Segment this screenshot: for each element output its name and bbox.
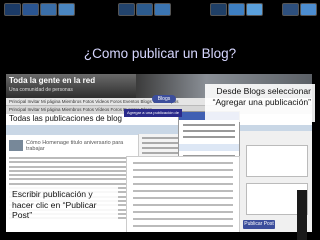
app-icon <box>246 3 263 16</box>
vertical-side-tab <box>297 190 307 240</box>
blogs-button[interactable]: Blogs <box>152 95 176 103</box>
app-icon <box>282 3 299 16</box>
sidebar-box <box>246 145 308 177</box>
post-thumbnail <box>9 140 23 151</box>
top-icon-strip <box>0 0 320 20</box>
callout-select-blogs: Desde Blogs seleccionar “Agregar una pub… <box>205 84 315 122</box>
callout-write-post: Escribir publicación y hacer clic en “Pu… <box>6 186 118 224</box>
app-icon <box>118 3 135 16</box>
page-header: Todas las publicaciones de blog <box>9 114 122 123</box>
post-title[interactable]: Cómo Homenage titulo aniversario para tr… <box>26 140 136 152</box>
app-icon <box>22 3 39 16</box>
app-icon <box>228 3 245 16</box>
slide-title: ¿Como publicar un Blog? <box>83 46 237 61</box>
callout-text: Escribir publicación y hacer clic en “Pu… <box>12 189 97 220</box>
app-icon <box>210 3 227 16</box>
presentation-slide: ¿Como publicar un Blog? Toda la gente en… <box>0 0 320 240</box>
add-post-button[interactable]: Agregar a una publicación de blog <box>124 109 182 123</box>
app-icon <box>40 3 57 16</box>
app-icon <box>300 3 317 16</box>
app-icon <box>4 3 21 16</box>
app-icon <box>58 3 75 16</box>
blog-title: Toda la gente en la red <box>9 76 96 85</box>
app-icon <box>136 3 153 16</box>
callout-text: Desde Blogs seleccionar “Agregar una pub… <box>212 86 311 107</box>
app-icon <box>154 3 171 16</box>
new-post-form <box>126 156 240 232</box>
publish-post-button[interactable]: Publicar Post <box>243 220 275 229</box>
blog-subtitle: Una comunidad de personas <box>9 87 73 93</box>
